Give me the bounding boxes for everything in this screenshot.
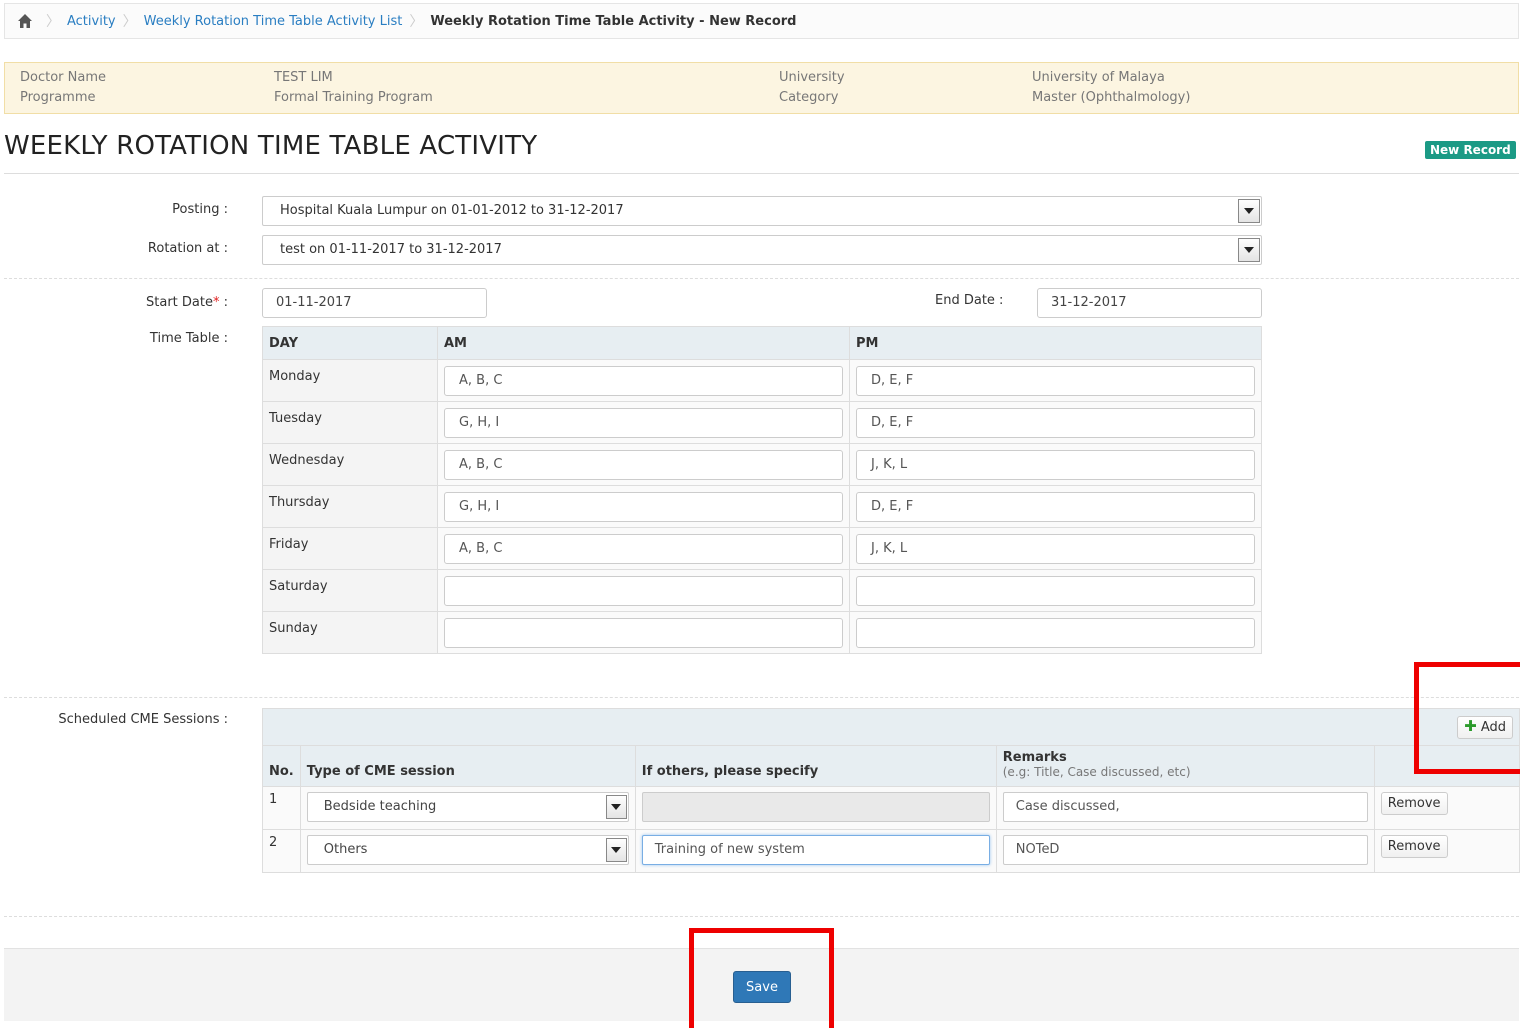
start-date-label-text: Start Date — [146, 295, 213, 310]
timetable-row: Friday A, B, C J, K, L — [262, 527, 1262, 570]
day-label: Wednesday — [262, 443, 438, 486]
timetable-label: Time Table : — [149, 331, 228, 346]
remove-button[interactable]: Remove — [1380, 792, 1448, 815]
pm-input[interactable]: D, E, F — [856, 366, 1255, 396]
title-divider — [4, 173, 1519, 174]
university-label: University — [779, 70, 845, 85]
end-date-input[interactable]: 31-12-2017 — [1037, 288, 1262, 318]
breadcrumb-list-link[interactable]: Weekly Rotation Time Table Activity List — [144, 14, 403, 29]
cme-others-input — [641, 792, 990, 822]
timetable-row: Saturday — [262, 569, 1262, 612]
pm-input[interactable] — [856, 618, 1255, 648]
university-value: University of Malaya — [1032, 70, 1165, 85]
status-badge: New Record — [1425, 141, 1516, 159]
pm-input[interactable]: D, E, F — [856, 492, 1255, 522]
day-label: Saturday — [262, 569, 438, 612]
cme-header-type: Type of CME session — [299, 745, 636, 787]
day-label: Thursday — [262, 485, 438, 528]
cme-type-select[interactable]: Others — [306, 835, 629, 865]
cme-sessions-label: Scheduled CME Sessions : — [58, 712, 228, 727]
am-input[interactable]: G, H, I — [444, 408, 843, 438]
section-divider — [4, 916, 1519, 917]
pm-input[interactable] — [856, 576, 1255, 606]
breadcrumb: 〉 Activity 〉 Weekly Rotation Time Table … — [4, 3, 1519, 39]
posting-label: Posting : — [172, 202, 228, 217]
cme-type-select[interactable]: Bedside teaching — [306, 792, 629, 822]
breadcrumb-separator: 〉 — [409, 14, 424, 30]
day-label: Friday — [262, 527, 438, 570]
timetable-header-pm: PM — [849, 326, 1262, 360]
breadcrumb-separator: 〉 — [122, 14, 137, 30]
timetable-row: Sunday — [262, 611, 1262, 654]
cme-others-input[interactable]: Training of new system — [641, 835, 990, 865]
cme-header-no: No. — [262, 745, 301, 787]
am-input[interactable]: G, H, I — [444, 492, 843, 522]
cme-header-remarks: Remarks (e.g: Title, Case discussed, etc… — [995, 745, 1375, 787]
highlight-box-save — [689, 928, 834, 1028]
day-label: Monday — [262, 359, 438, 402]
rotation-select-value: test on 01-11-2017 to 31-12-2017 — [280, 242, 502, 257]
chevron-down-icon[interactable] — [1238, 199, 1260, 223]
category-value: Master (Ophthalmology) — [1032, 90, 1191, 105]
section-divider — [4, 697, 1519, 698]
am-input[interactable]: A, B, C — [444, 534, 843, 564]
cme-remarks-input[interactable]: Case discussed, — [1002, 792, 1368, 822]
programme-value: Formal Training Program — [274, 90, 433, 105]
cme-remarks-input[interactable]: NOTeD — [1002, 835, 1368, 865]
end-date-label: End Date : — [935, 293, 1004, 308]
timetable-row: Tuesday G, H, I D, E, F — [262, 401, 1262, 444]
timetable-header-day: DAY — [262, 326, 438, 360]
pm-input[interactable]: J, K, L — [856, 450, 1255, 480]
cme-row-number: 2 — [262, 829, 301, 873]
am-input[interactable]: A, B, C — [444, 366, 843, 396]
cme-row-number: 1 — [262, 786, 301, 830]
posting-select-value: Hospital Kuala Lumpur on 01-01-2012 to 3… — [280, 203, 624, 218]
am-input[interactable]: A, B, C — [444, 450, 843, 480]
category-label: Category — [779, 90, 839, 105]
chevron-down-icon[interactable] — [605, 838, 627, 862]
home-icon[interactable] — [17, 13, 33, 29]
cme-row: 1 Bedside teaching Case discussed, Remov… — [262, 786, 1520, 830]
am-input[interactable] — [444, 576, 843, 606]
cme-type-value: Others — [323, 842, 368, 857]
remarks-hint: (e.g: Title, Case discussed, etc) — [1002, 765, 1191, 779]
section-divider — [4, 278, 1519, 279]
breadcrumb-activity-link[interactable]: Activity — [67, 14, 116, 29]
breadcrumb-separator: 〉 — [46, 14, 60, 30]
remarks-title: Remarks — [1002, 750, 1067, 765]
cme-type-value: Bedside teaching — [323, 799, 437, 814]
highlight-box-add — [1414, 662, 1520, 774]
doctor-name-value: TEST LIM — [274, 70, 333, 85]
day-label: Tuesday — [262, 401, 438, 444]
posting-select[interactable]: Hospital Kuala Lumpur on 01-01-2012 to 3… — [262, 196, 1262, 226]
start-date-label: Start Date* : — [0, 295, 228, 310]
doctor-name-label: Doctor Name — [20, 70, 106, 85]
start-date-label-colon: : — [219, 295, 228, 310]
pm-input[interactable]: D, E, F — [856, 408, 1255, 438]
remove-button[interactable]: Remove — [1380, 835, 1448, 858]
day-label: Sunday — [262, 611, 438, 654]
timetable-row: Thursday G, H, I D, E, F — [262, 485, 1262, 528]
am-input[interactable] — [444, 618, 843, 648]
timetable-header-am: AM — [437, 326, 850, 360]
timetable: DAY AM PM Monday A, B, C D, E, F Tuesday… — [262, 326, 1262, 654]
chevron-down-icon[interactable] — [1238, 238, 1260, 262]
programme-label: Programme — [20, 90, 96, 105]
start-date-input[interactable]: 01-11-2017 — [262, 288, 487, 318]
rotation-select[interactable]: test on 01-11-2017 to 31-12-2017 — [262, 235, 1262, 265]
cme-row: 2 Others Training of new system NOTeD Re… — [262, 829, 1520, 873]
rotation-label: Rotation at : — [147, 241, 228, 256]
timetable-row: Monday A, B, C D, E, F — [262, 359, 1262, 402]
cme-sessions-table: ✚ Add No. Type of CME session If others,… — [262, 708, 1520, 873]
breadcrumb-current: Weekly Rotation Time Table Activity - Ne… — [430, 13, 797, 29]
cme-header-others: If others, please specify — [634, 745, 997, 787]
chevron-down-icon[interactable] — [605, 795, 627, 819]
page-title: WEEKLY ROTATION TIME TABLE ACTIVITY — [4, 131, 538, 161]
pm-input[interactable]: J, K, L — [856, 534, 1255, 564]
doctor-info-panel: Doctor Name Programme TEST LIM Formal Tr… — [4, 62, 1519, 114]
timetable-row: Wednesday A, B, C J, K, L — [262, 443, 1262, 486]
